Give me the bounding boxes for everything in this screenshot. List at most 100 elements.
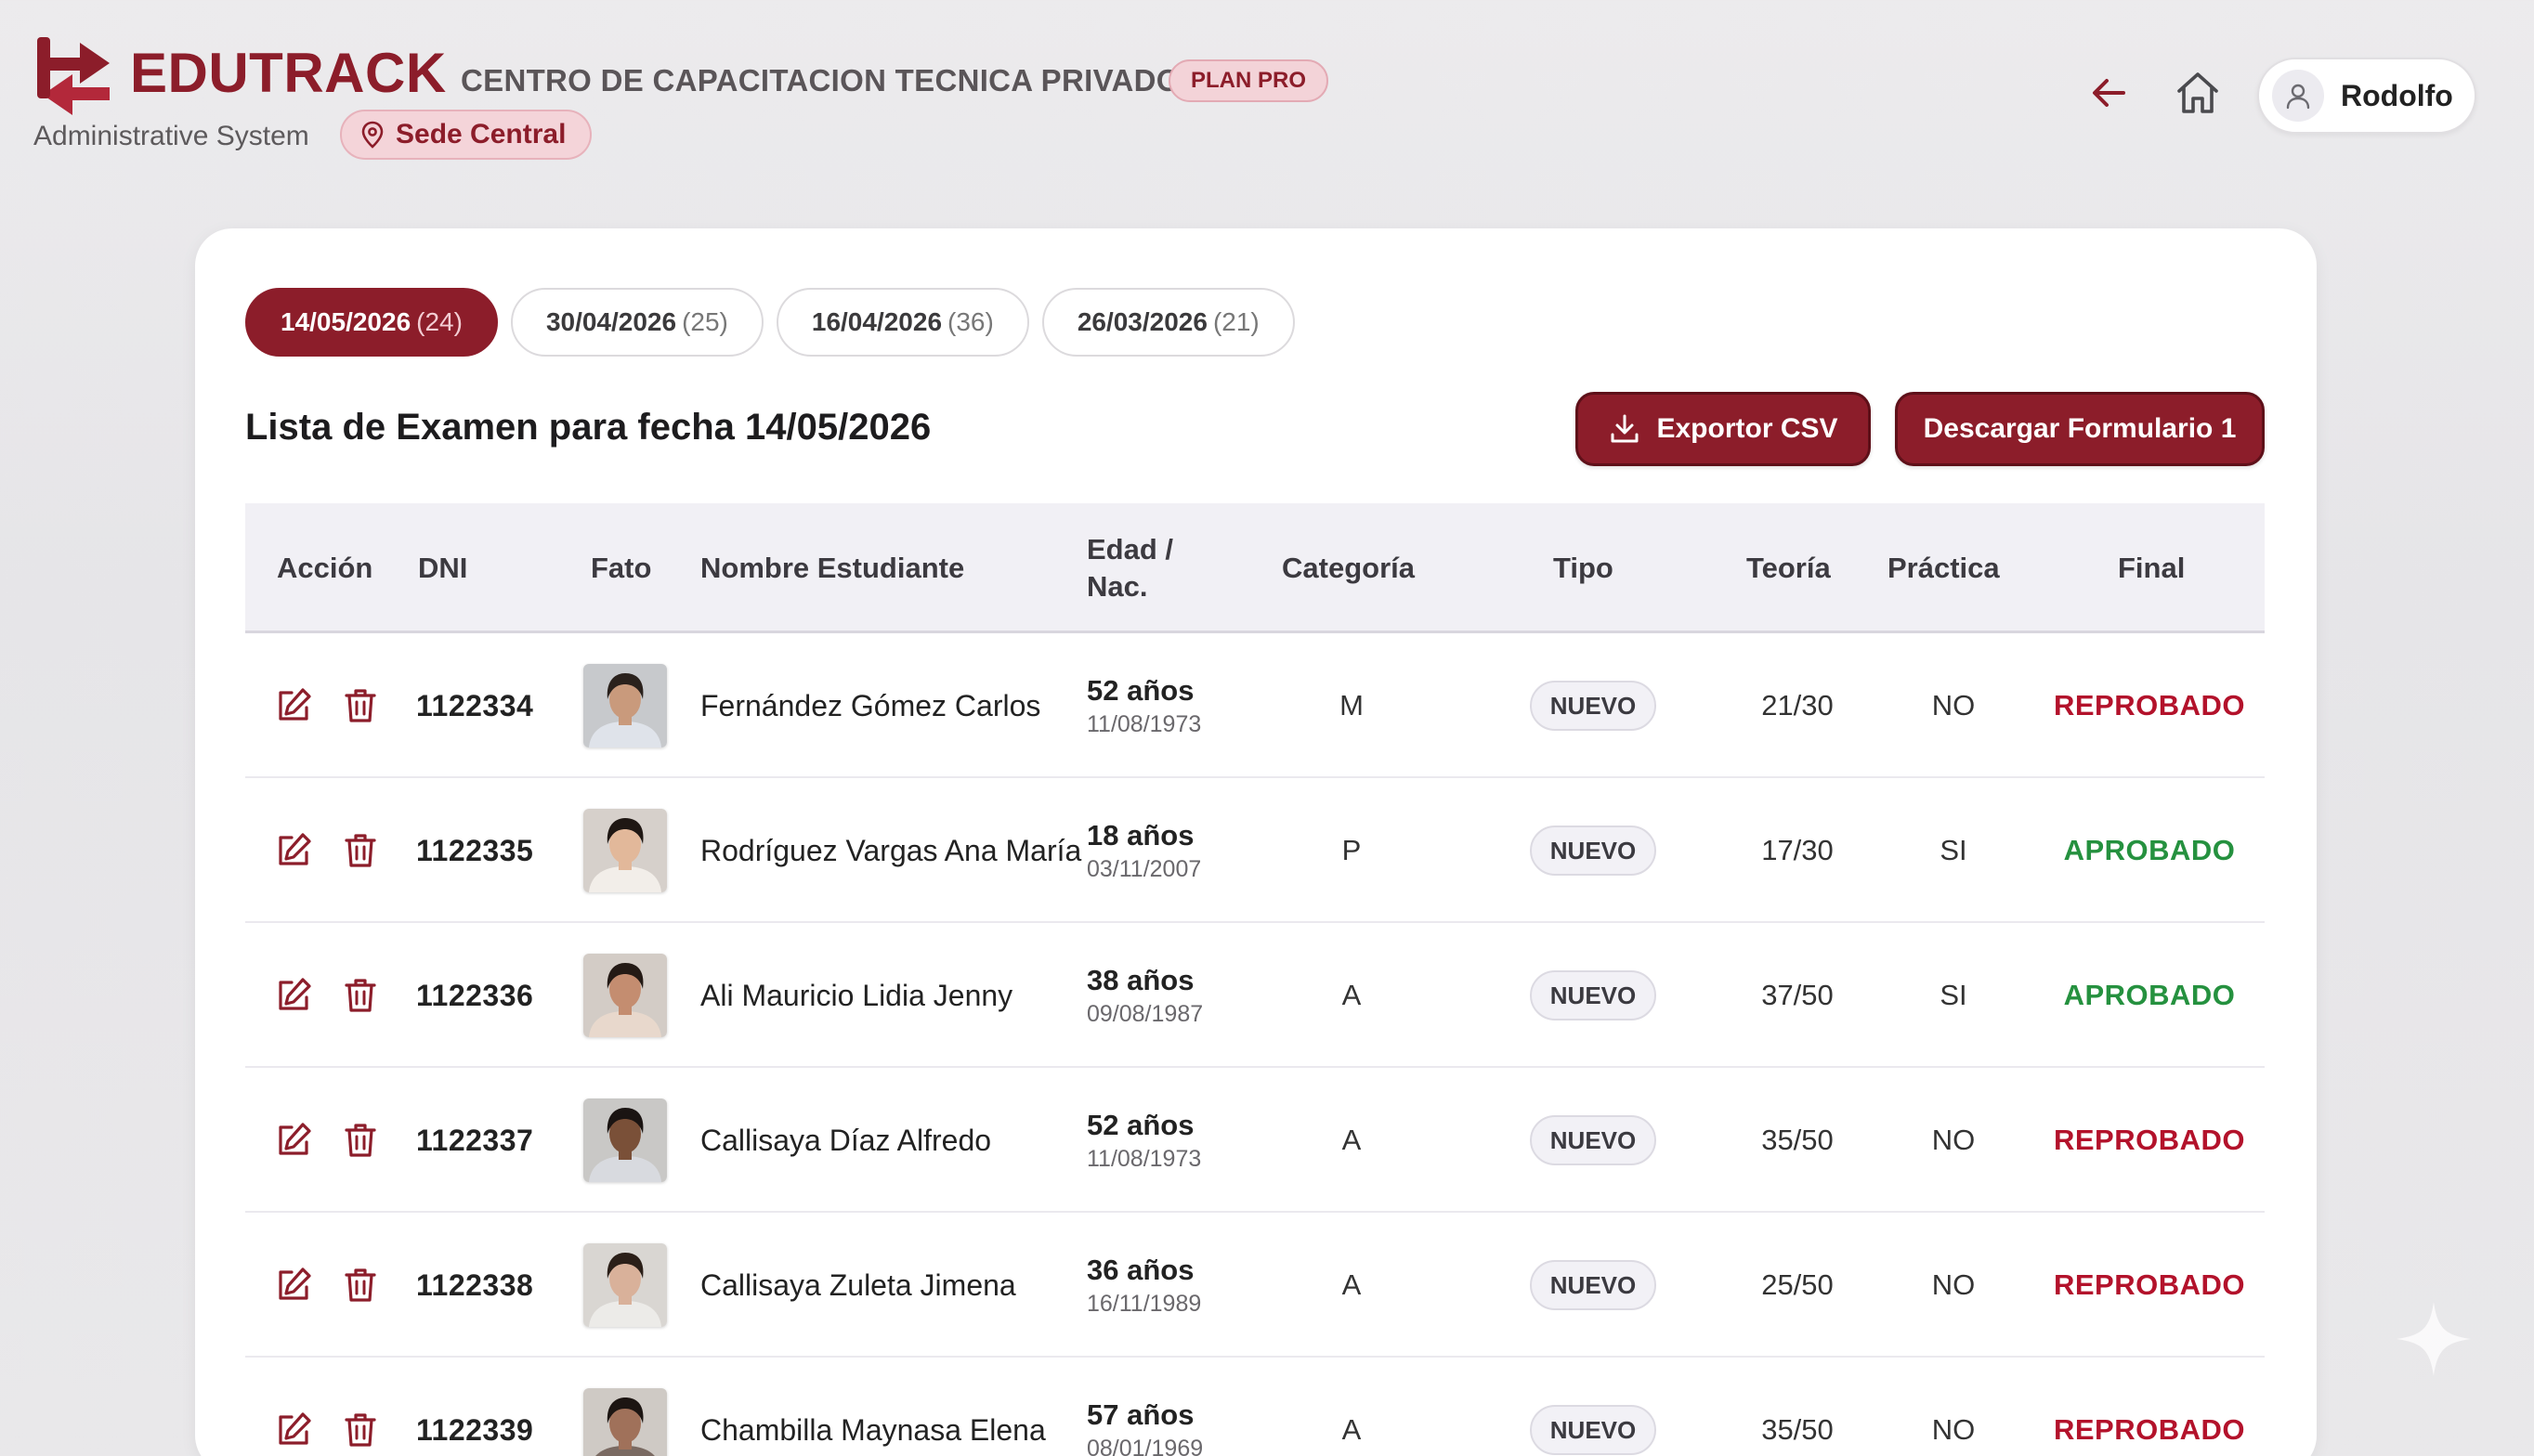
user-icon	[2286, 84, 2310, 110]
cell-tipo: NUEVO	[1514, 1358, 1672, 1456]
birth-date: 09/08/1987	[1087, 1000, 1204, 1027]
brand-name: EDUTRACK	[130, 42, 447, 104]
table-row: 1122337 Callisaya Díaz Alfredo 52 años 1…	[245, 1068, 2265, 1213]
birth-date: 16/11/1989	[1087, 1290, 1202, 1317]
status-badge: APROBADO	[2063, 979, 2236, 1011]
table-header: Acción DNI Fato Nombre Estudiante Edad /…	[245, 503, 2265, 633]
location-pin-icon	[361, 121, 384, 149]
tab-date: 30/04/2026	[545, 307, 677, 336]
th-categoria: Categoría	[1282, 552, 1415, 584]
delete-icon[interactable]	[340, 1120, 381, 1161]
cell-category: A	[1341, 1268, 1362, 1301]
tipo-badge: NUEVO	[1529, 1260, 1657, 1310]
age-value: 36 años	[1087, 1253, 1195, 1286]
edit-icon[interactable]	[273, 1120, 314, 1161]
cell-dni: 1122336	[416, 978, 534, 1012]
sede-selector[interactable]: Sede Central	[340, 110, 593, 160]
cell-category: P	[1341, 834, 1362, 866]
cell-tipo: NUEVO	[1514, 633, 1672, 778]
cell-tipo: NUEVO	[1514, 1213, 1672, 1358]
cell-photo	[583, 1358, 667, 1456]
status-badge: APROBADO	[2063, 834, 2236, 866]
status-badge: REPROBADO	[2053, 689, 2245, 722]
table-row: 1122334 Fernández Gómez Carlos 52 años 1…	[245, 633, 2265, 778]
tab-date-1[interactable]: 14/05/2026 (24)	[245, 288, 498, 357]
cell-age: 18 años 03/11/2007	[1087, 778, 1201, 923]
table-row: 1122335 Rodríguez Vargas Ana María 18 añ…	[245, 778, 2265, 923]
tipo-badge: NUEVO	[1529, 970, 1657, 1020]
exam-list-card: 14/05/2026 (24) 30/04/2026 (25) 16/04/20…	[195, 228, 2317, 1456]
cell-student-name: Ali Mauricio Lidia Jenny	[700, 979, 1013, 1012]
student-photo	[583, 1098, 667, 1182]
app-header: EDUTRACK CENTRO DE CAPACITACION TECNICA …	[0, 0, 2534, 186]
back-arrow-icon[interactable]	[2088, 72, 2129, 113]
edit-icon[interactable]	[273, 685, 314, 726]
row-actions	[273, 1358, 381, 1456]
tab-date-3[interactable]: 16/04/2026 (36)	[776, 288, 1029, 357]
plan-badge: PLAN PRO	[1169, 59, 1329, 102]
tab-count: (24)	[416, 307, 463, 336]
date-tabs: 14/05/2026 (24) 30/04/2026 (25) 16/04/20…	[245, 288, 1295, 357]
delete-icon[interactable]	[340, 685, 381, 726]
cell-student-name: Rodríguez Vargas Ana María	[700, 834, 1082, 867]
birth-date: 03/11/2007	[1087, 855, 1202, 882]
download-icon	[1611, 414, 1639, 443]
status-badge: REPROBADO	[2053, 1268, 2245, 1301]
cell-photo	[583, 1213, 667, 1358]
edit-icon[interactable]	[273, 1410, 314, 1450]
avatar	[2272, 70, 2324, 122]
delete-icon[interactable]	[340, 1410, 381, 1450]
tipo-badge: NUEVO	[1529, 1405, 1657, 1455]
user-name: Rodolfo	[2341, 78, 2453, 112]
delete-icon[interactable]	[340, 975, 381, 1016]
cell-teoria: 25/50	[1761, 1268, 1834, 1301]
student-photo	[583, 809, 667, 892]
th-final: Final	[2118, 552, 2186, 584]
tipo-badge: NUEVO	[1529, 681, 1657, 731]
home-icon[interactable]	[2174, 69, 2222, 117]
tab-count: (21)	[1212, 307, 1260, 336]
edit-icon[interactable]	[273, 975, 314, 1016]
edit-icon[interactable]	[273, 830, 314, 871]
age-value: 18 años	[1087, 818, 1195, 852]
student-photo	[583, 1243, 667, 1327]
cell-photo	[583, 633, 667, 778]
table-row: 1122336 Ali Mauricio Lidia Jenny 38 años…	[245, 923, 2265, 1068]
export-csv-button[interactable]: Exportor CSV	[1575, 392, 1871, 466]
edit-icon[interactable]	[273, 1265, 314, 1306]
download-form-button[interactable]: Descargar Formulario 1	[1895, 392, 2265, 466]
birth-date: 11/08/1973	[1087, 1145, 1202, 1172]
tab-date-2[interactable]: 30/04/2026 (25)	[510, 288, 764, 357]
tab-count: (25)	[682, 307, 728, 336]
cell-practica: SI	[1940, 834, 1967, 866]
cell-practica: NO	[1931, 1124, 1976, 1156]
institution-name: CENTRO DE CAPACITACION TECNICA PRIVADO	[461, 63, 1181, 98]
status-badge: REPROBADO	[2053, 1124, 2245, 1156]
cell-category: A	[1341, 979, 1362, 1011]
tipo-badge: NUEVO	[1529, 1115, 1657, 1165]
age-value: 52 años	[1087, 1108, 1195, 1141]
cell-dni: 1122339	[416, 1412, 534, 1447]
system-subtitle: Administrative System	[33, 121, 309, 151]
tab-date-4[interactable]: 26/03/2026 (21)	[1041, 288, 1295, 357]
cell-photo	[583, 1068, 667, 1213]
page-title: Lista de Examen para fecha 14/05/2026	[245, 407, 932, 448]
cell-photo	[583, 923, 667, 1068]
cell-category: M	[1339, 689, 1364, 722]
th-practica: Práctica	[1887, 552, 2000, 584]
delete-icon[interactable]	[340, 830, 381, 871]
cell-teoria: 35/50	[1761, 1124, 1834, 1156]
delete-icon[interactable]	[340, 1265, 381, 1306]
sparkle-icon	[2397, 1302, 2471, 1376]
cell-dni: 1122335	[416, 833, 534, 867]
user-menu[interactable]: Rodolfo	[2257, 58, 2476, 134]
cell-teoria: 37/50	[1761, 979, 1834, 1011]
sede-label: Sede Central	[396, 119, 567, 150]
cell-dni: 1122338	[416, 1268, 534, 1302]
table-body: 1122334 Fernández Gómez Carlos 52 años 1…	[245, 633, 2265, 1456]
cell-teoria: 21/30	[1761, 689, 1834, 722]
cell-category: A	[1341, 1413, 1362, 1446]
cell-dni: 1122334	[416, 688, 534, 722]
table-row: 1122338 Callisaya Zuleta Jimena 36 años …	[245, 1213, 2265, 1358]
th-edad: Edad / Nac.	[1087, 503, 1173, 633]
